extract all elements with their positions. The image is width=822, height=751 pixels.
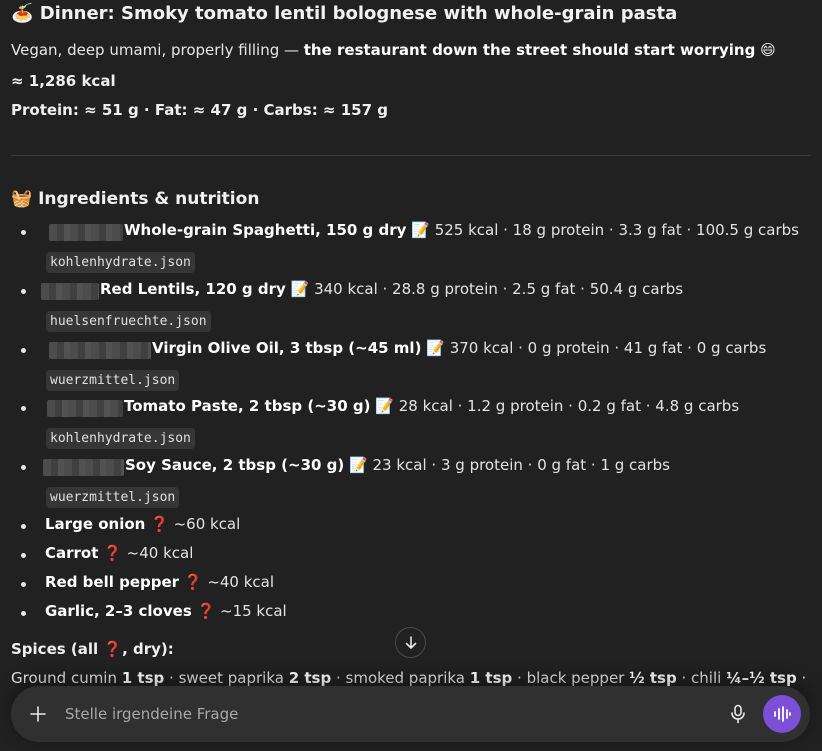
add-attachment-button[interactable] bbox=[26, 702, 50, 726]
bullet bbox=[21, 611, 26, 616]
ingredient-kcal: ~40 kcal bbox=[207, 573, 275, 591]
ingredients-heading-text: Ingredients & nutrition bbox=[38, 189, 260, 209]
ingredient-kcal: ~15 kcal bbox=[220, 602, 287, 620]
ingredient-nutrition: 28 kcal · 1.2 g protein · 0.2 g fat · 4.… bbox=[398, 397, 740, 415]
memo-emoji: 📝 bbox=[375, 397, 394, 415]
total-kcal: ≈ 1,286 kcal bbox=[11, 72, 116, 90]
ingredient-name: Red Lentils, 120 g dry bbox=[100, 280, 286, 298]
ingredients-heading: 🧺 Ingredients & nutrition bbox=[11, 189, 259, 209]
pasta-emoji: 🍝 bbox=[11, 3, 34, 24]
separator: · bbox=[164, 669, 179, 687]
ingredient-nutrition: 23 kcal · 3 g protein · 0 g fat · 1 g ca… bbox=[372, 456, 670, 474]
question-mark-icon: ❓ bbox=[196, 602, 216, 620]
basket-emoji: 🧺 bbox=[11, 189, 33, 209]
separator: · bbox=[512, 669, 527, 687]
plus-icon bbox=[30, 706, 46, 722]
spice-amount: 1 tsp bbox=[121, 669, 165, 687]
bullet bbox=[21, 582, 26, 587]
source-file-chip: kohlenhydrate.json bbox=[46, 252, 195, 273]
spices-heading: Spices (all ❓, dry): bbox=[11, 640, 174, 658]
question-mark-icon: ❓ bbox=[103, 640, 123, 658]
memo-emoji: 📝 bbox=[349, 456, 368, 474]
ingredient-name: Tomato Paste, 2 tbsp (~30 g) bbox=[124, 397, 371, 415]
question-mark-icon: ❓ bbox=[150, 515, 169, 533]
total-macros: Protein: ≈ 51 g · Fat: ≈ 47 g · Carbs: ≈… bbox=[11, 101, 388, 119]
spices-list: Ground cumin 1 tsp · sweet paprika 2 tsp… bbox=[11, 669, 806, 687]
source-file-chip: wuerzmittel.json bbox=[46, 370, 180, 391]
ingredient-name: Soy Sauce, 2 tbsp (~30 g) bbox=[125, 456, 345, 474]
spice-name: chili bbox=[691, 669, 727, 687]
redacted-image bbox=[47, 400, 123, 417]
ingredient-name: Virgin Olive Oil, 3 tbsp (~45 ml) bbox=[152, 339, 422, 357]
separator: · bbox=[796, 669, 807, 687]
scroll-to-bottom-button[interactable] bbox=[395, 627, 426, 658]
message-subtitle: Vegan, deep umami, properly filling — th… bbox=[11, 41, 776, 59]
divider bbox=[11, 155, 811, 156]
spice-name: Ground cumin bbox=[11, 669, 122, 687]
arrow-down-icon bbox=[405, 635, 416, 649]
redacted-image bbox=[41, 283, 99, 300]
chat-page: 🍝 Dinner: Smoky tomato lentil bolognese … bbox=[0, 0, 822, 751]
bullet bbox=[21, 230, 26, 235]
ingredient-name: Garlic, 2–3 cloves bbox=[45, 602, 192, 620]
microphone-icon bbox=[731, 704, 745, 724]
question-mark-icon: ❓ bbox=[183, 573, 203, 591]
separator: · bbox=[676, 669, 692, 687]
memo-emoji: 📝 bbox=[290, 280, 310, 298]
redacted-image bbox=[43, 459, 124, 476]
spice-amount: ½ tsp bbox=[629, 669, 677, 687]
question-mark-icon: ❓ bbox=[103, 544, 122, 562]
spices-heading-suffix: , dry): bbox=[122, 640, 174, 658]
ingredient-kcal: ~40 kcal bbox=[126, 544, 194, 562]
source-file-chip: kohlenhydrate.json bbox=[46, 428, 195, 449]
source-file-chip: huelsenfruechte.json bbox=[46, 311, 211, 332]
voice-mode-button[interactable] bbox=[763, 695, 801, 733]
ingredient-name: Carrot bbox=[45, 544, 99, 562]
message-title-text: Dinner: Smoky tomato lentil bolognese wi… bbox=[39, 3, 678, 24]
ingredient-nutrition: 370 kcal · 0 g protein · 41 g fat · 0 g … bbox=[449, 339, 767, 357]
ingredient-name: Whole-grain Spaghetti, 150 g dry bbox=[124, 221, 407, 239]
spices-heading-text: Spices (all bbox=[11, 640, 104, 658]
composer bbox=[11, 686, 810, 742]
separator: · bbox=[331, 669, 346, 687]
dictate-button[interactable] bbox=[726, 702, 750, 726]
spice-name: smoked paprika bbox=[345, 669, 470, 687]
spice-amount: 1 tsp bbox=[469, 669, 513, 687]
ingredient-nutrition: 525 kcal · 18 g protein · 3.3 g fat · 10… bbox=[434, 221, 799, 239]
ingredient-kcal: ~60 kcal bbox=[173, 515, 241, 533]
source-file-chip: wuerzmittel.json bbox=[46, 487, 180, 508]
voice-mode-icon bbox=[774, 706, 791, 722]
bullet bbox=[21, 465, 26, 470]
memo-emoji: 📝 bbox=[426, 339, 445, 357]
prompt-input[interactable] bbox=[65, 703, 665, 725]
subtitle-bold: the restaurant down the street should st… bbox=[303, 41, 756, 59]
message-title: 🍝 Dinner: Smoky tomato lentil bolognese … bbox=[11, 3, 677, 24]
spice-name: black pepper bbox=[526, 669, 630, 687]
memo-emoji: 📝 bbox=[411, 221, 430, 239]
ingredient-nutrition: 340 kcal · 28.8 g protein · 2.5 g fat · … bbox=[314, 280, 684, 298]
redacted-image bbox=[49, 342, 151, 359]
bullet bbox=[21, 553, 26, 558]
bullet bbox=[21, 289, 26, 294]
spice-amount: ¼–½ tsp bbox=[726, 669, 797, 687]
bullet bbox=[21, 348, 26, 353]
redacted-image bbox=[49, 224, 123, 241]
spice-amount: 2 tsp bbox=[288, 669, 332, 687]
ingredient-name: Large onion bbox=[45, 515, 146, 533]
ingredient-name: Red bell pepper bbox=[45, 573, 180, 591]
spice-name: sweet paprika bbox=[178, 669, 289, 687]
subtitle-plain: Vegan, deep umami, properly filling — bbox=[11, 41, 304, 59]
bullet bbox=[21, 406, 26, 411]
bullet bbox=[21, 524, 26, 529]
grin-emoji: 😄 bbox=[760, 41, 776, 59]
